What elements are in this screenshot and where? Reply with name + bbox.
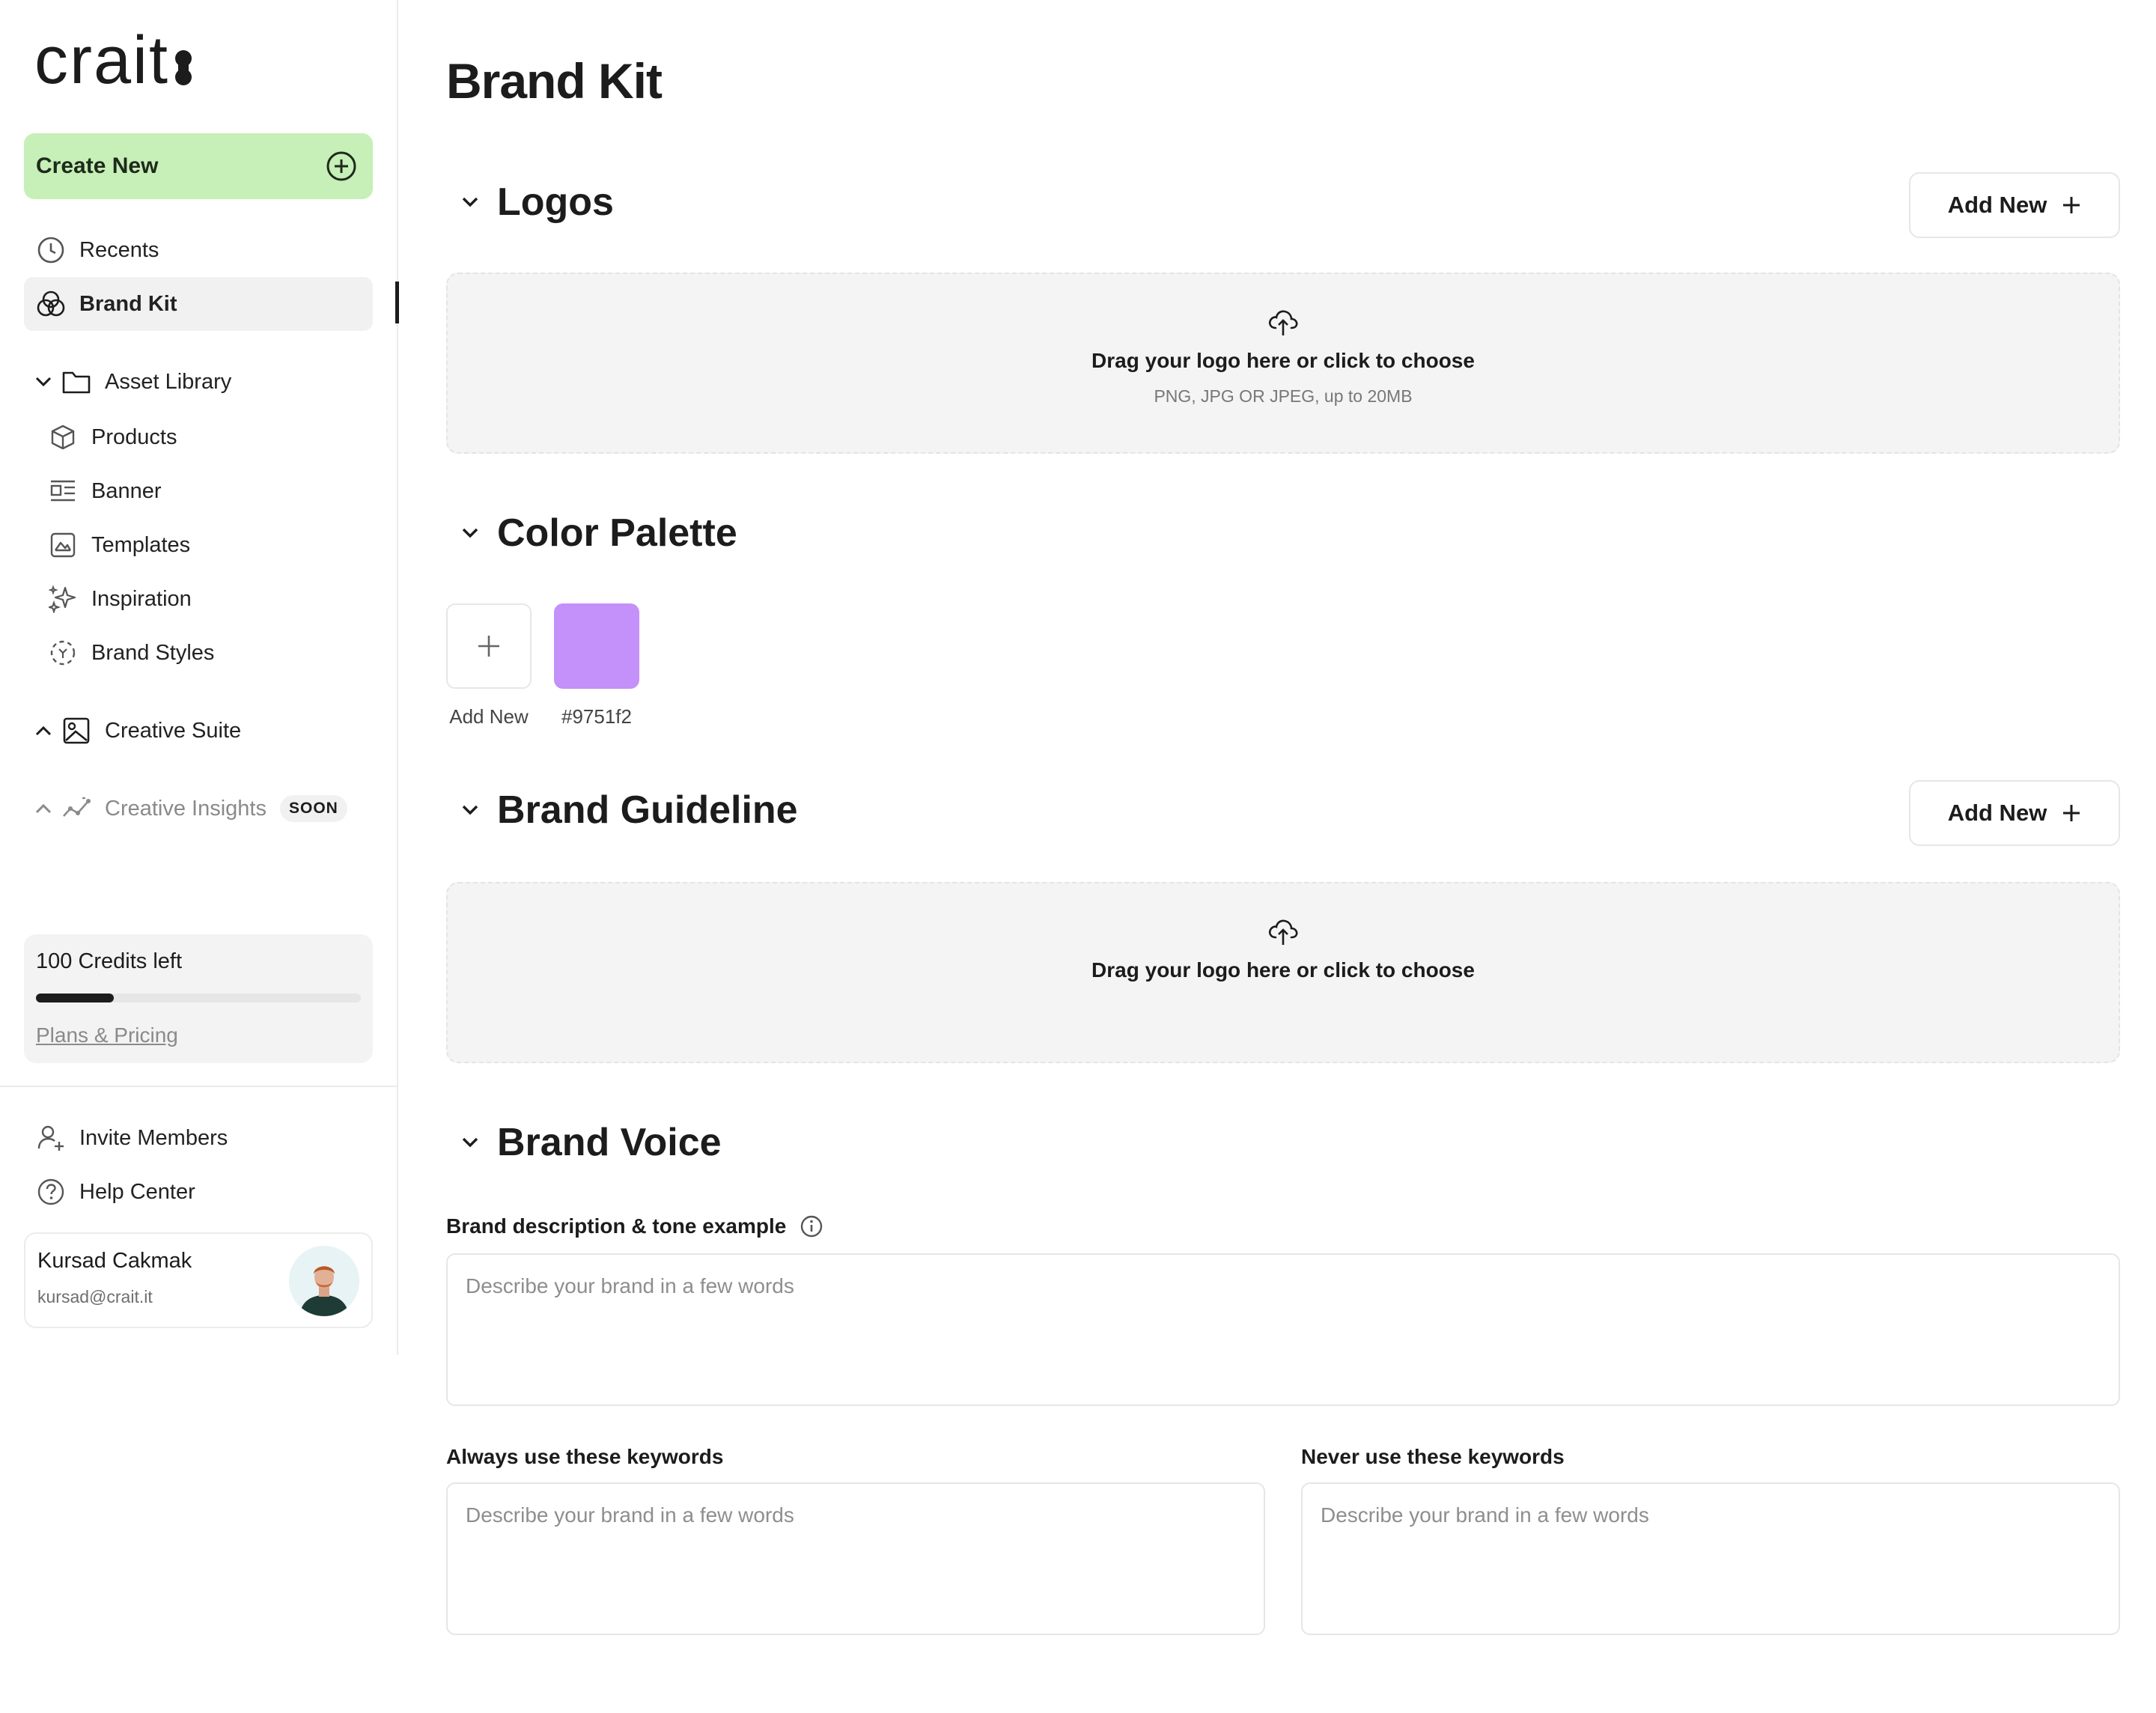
add-guideline-button[interactable]: Add New bbox=[1909, 780, 2120, 846]
plus-icon bbox=[2063, 805, 2080, 821]
sidebar-item-label: Banner bbox=[91, 478, 162, 503]
color-hex-label: #9751f2 bbox=[561, 705, 632, 728]
guideline-section-header: Brand Guideline Add New bbox=[446, 780, 2120, 846]
box-icon bbox=[48, 422, 78, 452]
create-new-label: Create New bbox=[36, 153, 159, 178]
sidebar-item-label: Creative Insights bbox=[105, 796, 267, 821]
always-keywords-label: Always use these keywords bbox=[446, 1445, 724, 1468]
credits-progress-fill bbox=[36, 994, 115, 1002]
chevron-up-icon[interactable] bbox=[30, 721, 57, 740]
cloud-upload-icon bbox=[1268, 310, 1298, 335]
folder-icon bbox=[61, 367, 91, 397]
plus-circle-icon bbox=[326, 151, 356, 181]
plus-icon bbox=[2063, 197, 2080, 213]
sidebar: crait Create New Recents Brand Kit Asset… bbox=[0, 0, 399, 1355]
sidebar-item-label: Recents bbox=[79, 237, 159, 262]
sidebar-item-label: Products bbox=[91, 425, 177, 449]
plans-pricing-link[interactable]: Plans & Pricing bbox=[36, 1023, 361, 1047]
logo-dropzone[interactable]: Drag your logo here or click to choose P… bbox=[446, 273, 2120, 454]
sidebar-section-creative-suite[interactable]: Creative Suite bbox=[24, 704, 373, 758]
never-keywords-label: Never use these keywords bbox=[1301, 1445, 1565, 1468]
voice-section-header: Brand Voice bbox=[446, 1113, 2120, 1172]
sidebar-item-brand-kit[interactable]: Brand Kit bbox=[24, 277, 373, 331]
sidebar-item-label: Inspiration bbox=[91, 586, 192, 611]
sidebar-item-label: Invite Members bbox=[79, 1125, 228, 1150]
cloud-upload-icon bbox=[1268, 919, 1298, 945]
guideline-title: Brand Guideline bbox=[497, 788, 798, 832]
credits-progress-bar bbox=[36, 994, 361, 1002]
app-root: crait Create New Recents Brand Kit Asset… bbox=[0, 0, 2156, 1713]
chevron-down-icon[interactable] bbox=[452, 515, 488, 551]
info-icon[interactable] bbox=[800, 1214, 823, 1238]
sidebar-item-inspiration[interactable]: Inspiration bbox=[36, 572, 385, 626]
sidebar-divider bbox=[0, 1086, 398, 1087]
color-swatch[interactable] bbox=[554, 603, 639, 689]
sidebar-item-products[interactable]: Products bbox=[36, 410, 385, 464]
add-color-button[interactable] bbox=[446, 603, 532, 689]
sidebar-item-templates[interactable]: Templates bbox=[36, 518, 385, 572]
logos-section-header: Logos Add New bbox=[446, 172, 2120, 238]
soon-badge: SOON bbox=[280, 795, 347, 822]
brand-logo[interactable]: crait bbox=[34, 27, 193, 94]
create-new-button[interactable]: Create New bbox=[24, 133, 373, 199]
sidebar-section-asset-library[interactable]: Asset Library bbox=[24, 355, 373, 409]
avatar[interactable] bbox=[289, 1246, 359, 1316]
clock-icon bbox=[36, 235, 66, 265]
user-plus-icon bbox=[36, 1123, 66, 1153]
sidebar-item-help-center[interactable]: Help Center bbox=[24, 1165, 373, 1219]
chevron-down-icon[interactable] bbox=[30, 372, 57, 392]
sidebar-item-invite-members[interactable]: Invite Members bbox=[24, 1111, 373, 1165]
logos-title: Logos bbox=[497, 180, 614, 224]
palette-section-header: Color Palette bbox=[446, 503, 2120, 563]
add-color-item[interactable]: Add New bbox=[446, 603, 532, 728]
brand-description-label-text: Brand description & tone example bbox=[446, 1214, 787, 1238]
dropzone-subtitle: PNG, JPG OR JPEG, up to 20MB bbox=[1154, 386, 1413, 406]
overlapping-circles-icon bbox=[36, 289, 66, 319]
voice-title: Brand Voice bbox=[497, 1121, 722, 1164]
add-new-label: Add New bbox=[1947, 800, 2047, 826]
add-color-label: Add New bbox=[449, 705, 529, 728]
logo-mark-icon bbox=[175, 50, 192, 85]
line-chart-icon bbox=[61, 794, 91, 824]
chevron-up-icon[interactable] bbox=[30, 799, 57, 818]
credits-card: 100 Credits left Plans & Pricing bbox=[24, 934, 373, 1063]
never-keywords-input[interactable] bbox=[1301, 1482, 2120, 1635]
dashed-circle-icon bbox=[48, 638, 78, 668]
palette-title: Color Palette bbox=[497, 511, 737, 555]
guideline-dropzone[interactable]: Drag your logo here or click to choose bbox=[446, 882, 2120, 1063]
sidebar-item-label: Creative Suite bbox=[105, 718, 242, 743]
color-swatch-item[interactable]: #9751f2 bbox=[554, 603, 639, 728]
chevron-down-icon[interactable] bbox=[452, 792, 488, 828]
sidebar-item-recents[interactable]: Recents bbox=[24, 223, 373, 277]
sidebar-item-label: Asset Library bbox=[105, 369, 232, 394]
layout-icon bbox=[48, 476, 78, 506]
plus-icon bbox=[478, 636, 499, 657]
dropzone-title: Drag your logo here or click to choose bbox=[1091, 349, 1475, 372]
always-keywords-input[interactable] bbox=[446, 1482, 1265, 1635]
sidebar-item-brand-styles[interactable]: Brand Styles bbox=[36, 626, 385, 680]
sidebar-item-label: Templates bbox=[91, 532, 191, 557]
sidebar-section-creative-insights[interactable]: Creative Insights SOON bbox=[24, 782, 373, 836]
sparkles-icon bbox=[48, 584, 78, 614]
logo-text: crait bbox=[34, 23, 170, 98]
help-circle-icon bbox=[36, 1177, 66, 1207]
user-card[interactable]: Kursad Cakmak kursad@crait.it bbox=[24, 1232, 373, 1328]
dropzone-title: Drag your logo here or click to choose bbox=[1091, 958, 1475, 982]
image-frame-icon bbox=[48, 530, 78, 560]
page-title: Brand Kit bbox=[446, 53, 663, 109]
brand-description-input[interactable] bbox=[446, 1253, 2120, 1406]
chevron-down-icon[interactable] bbox=[452, 1125, 488, 1160]
credits-text: 100 Credits left bbox=[36, 949, 183, 973]
add-new-label: Add New bbox=[1947, 192, 2047, 218]
chevron-down-icon[interactable] bbox=[452, 184, 488, 220]
sidebar-item-label: Brand Styles bbox=[91, 640, 215, 665]
sidebar-item-label: Brand Kit bbox=[79, 291, 177, 316]
sidebar-item-banner[interactable]: Banner bbox=[36, 464, 385, 518]
sidebar-item-label: Help Center bbox=[79, 1179, 195, 1204]
photo-icon bbox=[61, 716, 91, 746]
add-logo-button[interactable]: Add New bbox=[1909, 172, 2120, 238]
brand-description-label: Brand description & tone example bbox=[446, 1214, 823, 1238]
active-indicator bbox=[395, 282, 399, 323]
